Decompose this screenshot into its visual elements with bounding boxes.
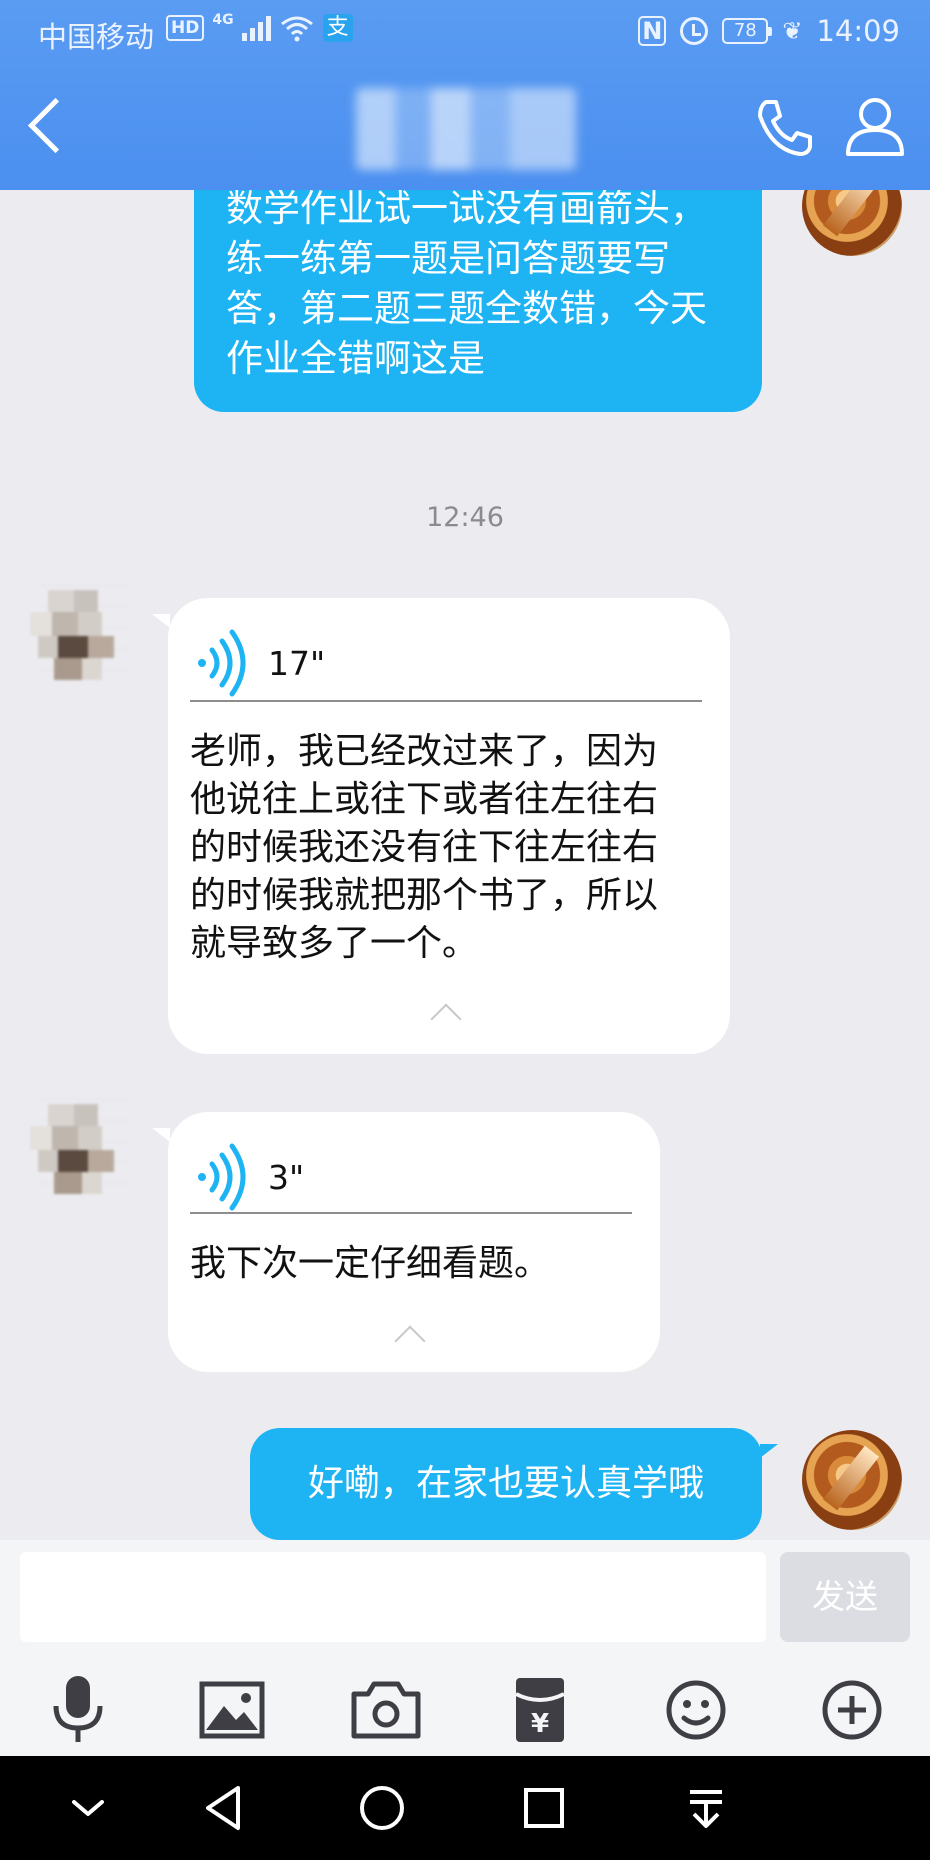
chat-area[interactable]: 数学作业试一试没有画箭头，练一练第一题是问答题要写答，第二题三题全数错，今天作业… bbox=[0, 0, 930, 1550]
back-button[interactable] bbox=[18, 92, 78, 162]
emoji-button[interactable] bbox=[656, 1670, 736, 1750]
back-triangle-icon bbox=[206, 1786, 240, 1830]
incoming-voice-message[interactable]: 3" 我下次一定仔细看题。 bbox=[168, 1112, 660, 1372]
image-button[interactable] bbox=[192, 1670, 272, 1750]
system-nav-bar bbox=[0, 1756, 930, 1860]
bubble-tail bbox=[152, 1128, 170, 1142]
phone-icon bbox=[758, 100, 812, 156]
call-button[interactable] bbox=[752, 96, 816, 160]
message-text: 好嘞，在家也要认真学哦 bbox=[307, 1463, 704, 1504]
battery-icon: 78 bbox=[722, 18, 773, 44]
bubble-tail bbox=[152, 614, 170, 628]
more-button[interactable] bbox=[812, 1670, 892, 1750]
image-icon bbox=[199, 1681, 265, 1739]
alipay-icon: 支 bbox=[322, 14, 353, 42]
divider bbox=[190, 700, 702, 702]
voice-wave-icon bbox=[198, 629, 246, 697]
carrier-name: 中国移动 bbox=[38, 20, 155, 54]
signal-icon bbox=[241, 15, 271, 41]
nav-notification-button[interactable] bbox=[676, 1778, 736, 1838]
hide-keyboard-icon bbox=[72, 1800, 104, 1816]
my-avatar[interactable] bbox=[802, 1430, 902, 1530]
status-time: 14:09 bbox=[816, 14, 900, 48]
wifi-icon bbox=[280, 16, 313, 42]
voice-wave-icon bbox=[198, 1143, 246, 1211]
message-input[interactable] bbox=[20, 1552, 766, 1642]
eco-leaf-icon: ❦ bbox=[782, 17, 803, 45]
nav-home-button[interactable] bbox=[352, 1778, 412, 1838]
network-type: 4G bbox=[212, 12, 234, 28]
bubble-tail bbox=[760, 1444, 778, 1458]
plus-icon bbox=[822, 1680, 882, 1740]
voice-duration: 17" bbox=[268, 643, 326, 683]
voice-transcript: 老师，我已经改过来了，因为他说往上或往下或者往左往右的时候我还没有往下往左往右的… bbox=[190, 731, 659, 964]
notification-pull-icon bbox=[690, 1790, 722, 1828]
status-bar: 中国移动 HD 4G 支 N 78 ❦ 14:09 bbox=[0, 0, 930, 62]
collapse-transcript-icon[interactable] bbox=[390, 1318, 430, 1348]
voice-duration: 3" bbox=[268, 1157, 305, 1197]
collapse-transcript-icon[interactable] bbox=[426, 996, 466, 1026]
alarm-icon bbox=[680, 17, 709, 45]
incoming-voice-message[interactable]: 17" 老师，我已经改过来了，因为他说往上或往下或者往左往右的时候我还没有往下往… bbox=[168, 598, 730, 1054]
chat-header: 中国移动 HD 4G 支 N 78 ❦ 14:09 bbox=[0, 0, 930, 190]
hd-icon: HD bbox=[166, 15, 205, 41]
voice-transcript: 我下次一定仔细看题。 bbox=[190, 1243, 551, 1284]
outgoing-message-bubble[interactable]: 好嘞，在家也要认真学哦 bbox=[250, 1428, 762, 1540]
divider bbox=[190, 1212, 632, 1214]
voice-play-button[interactable]: 17" bbox=[194, 628, 325, 698]
camera-button[interactable] bbox=[346, 1670, 426, 1750]
camera-icon bbox=[351, 1681, 421, 1739]
message-timestamp: 12:46 bbox=[426, 502, 504, 533]
contact-avatar[interactable] bbox=[28, 584, 128, 690]
voice-input-button[interactable] bbox=[38, 1670, 118, 1750]
hide-keyboard-button[interactable] bbox=[58, 1778, 118, 1838]
input-area: 发送 ¥ bbox=[0, 1540, 930, 1756]
send-button[interactable]: 发送 bbox=[780, 1552, 910, 1642]
person-icon bbox=[846, 98, 904, 156]
message-text: 数学作业试一试没有画箭头，练一练第一题是问答题要写答，第二题三题全数错，今天作业… bbox=[226, 187, 707, 380]
red-packet-button[interactable]: ¥ bbox=[500, 1670, 580, 1750]
microphone-icon bbox=[53, 1676, 103, 1742]
emoji-icon bbox=[666, 1680, 726, 1740]
recents-square-icon bbox=[524, 1788, 564, 1828]
contact-avatar[interactable] bbox=[28, 1098, 128, 1204]
red-packet-icon: ¥ bbox=[515, 1678, 565, 1742]
profile-button[interactable] bbox=[842, 94, 908, 160]
nav-back-button[interactable] bbox=[196, 1778, 256, 1838]
svg-text:¥: ¥ bbox=[531, 1709, 549, 1739]
home-circle-icon bbox=[360, 1786, 404, 1830]
contact-name-blurred bbox=[356, 88, 576, 170]
nfc-icon: N bbox=[638, 16, 667, 46]
nav-recents-button[interactable] bbox=[514, 1778, 574, 1838]
voice-play-button[interactable]: 3" bbox=[194, 1142, 304, 1212]
